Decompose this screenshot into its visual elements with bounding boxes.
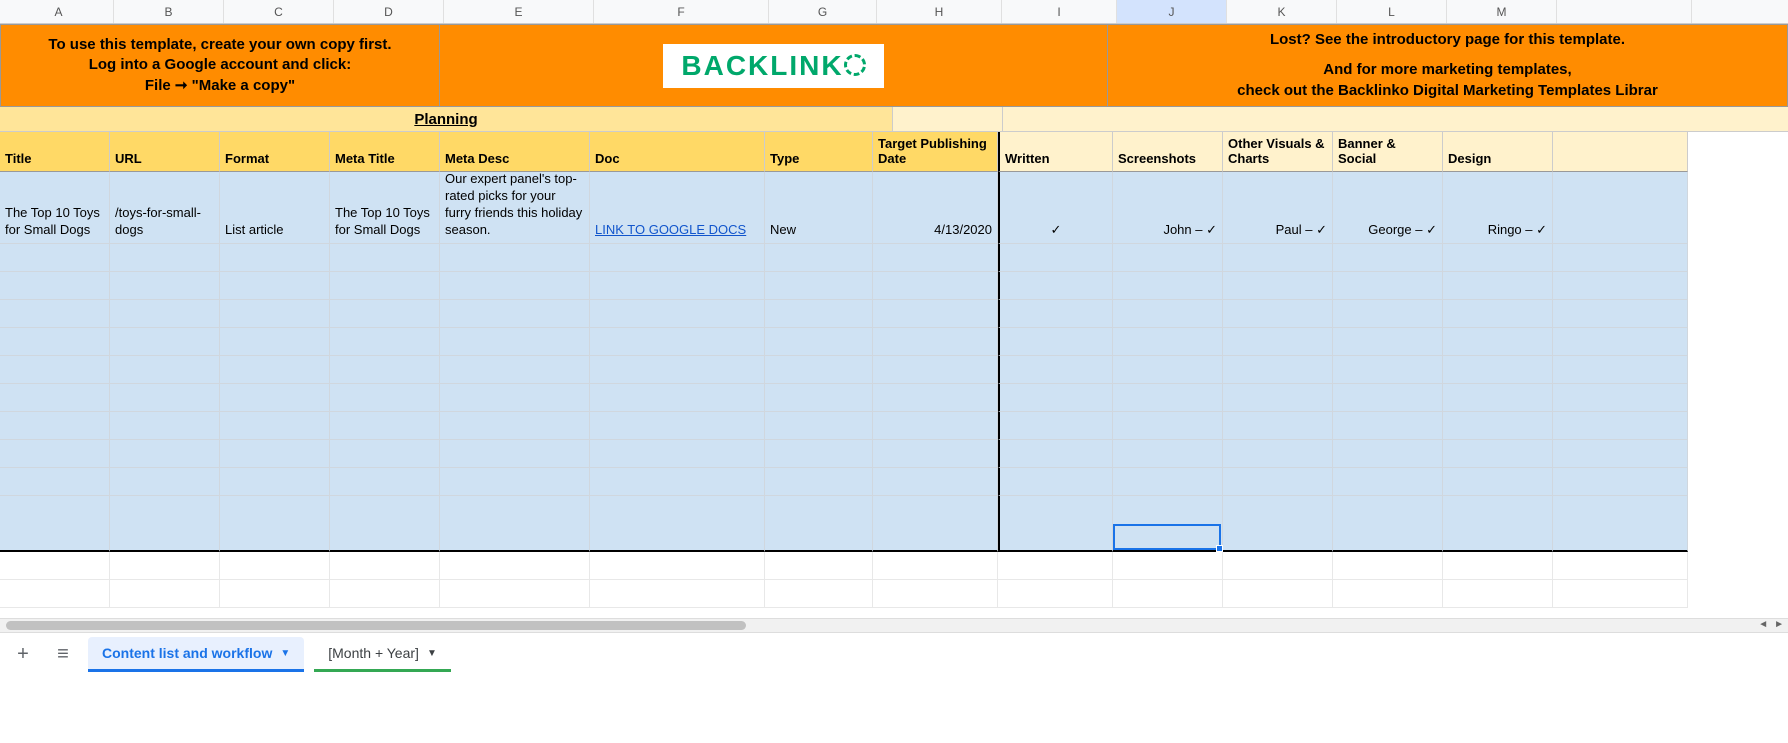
header-design[interactable]: Design (1443, 132, 1553, 172)
banner-line1: To use this template, create your own co… (48, 36, 391, 53)
col-header-B[interactable]: B (114, 0, 224, 23)
col-header-C[interactable]: C (224, 0, 334, 23)
header-meta-title[interactable]: Meta Title (330, 132, 440, 172)
logo-o-icon (844, 54, 866, 76)
cell-title[interactable]: The Top 10 Toys for Small Dogs (0, 172, 110, 244)
col-header-G[interactable]: G (769, 0, 877, 23)
sheet-tabs-bar: + ≡ Content list and workflow ▼ [Month +… (0, 632, 1788, 676)
section-title-row: Planning (0, 107, 1788, 132)
header-type[interactable]: Type (765, 132, 873, 172)
section-title: Planning (0, 107, 893, 132)
header-visuals[interactable]: Other Visuals & Charts (1223, 132, 1333, 172)
header-target-date[interactable]: Target Publishing Date (873, 132, 998, 172)
chevron-down-icon[interactable]: ▼ (280, 648, 290, 659)
add-sheet-button[interactable]: + (8, 640, 38, 670)
cell-target-date[interactable]: 4/13/2020 (873, 172, 998, 244)
banner-help: Lost? See the introductory page for this… (1108, 24, 1788, 107)
header-screenshots[interactable]: Screenshots (1113, 132, 1223, 172)
col-header-L[interactable]: L (1337, 0, 1447, 23)
cell-meta-desc[interactable]: Our expert panel's top-rated picks for y… (440, 172, 590, 244)
table-header-row: Title URL Format Meta Title Meta Desc Do… (0, 132, 1788, 172)
all-sheets-button[interactable]: ≡ (48, 640, 78, 670)
col-header-N[interactable] (1557, 0, 1692, 23)
banner-right-line2: And for more marketing templates, (1323, 60, 1571, 80)
banner-line3: File ➞ "Make a copy" (145, 77, 295, 94)
cell-design[interactable]: Ringo – ✓ (1443, 172, 1553, 244)
scroll-right-icon[interactable]: ► (1774, 619, 1784, 630)
table-row: The Top 10 Toys for Small Dogs /toys-for… (0, 172, 1788, 244)
banner-right-line3: check out the Backlinko Digital Marketin… (1237, 81, 1658, 101)
header-doc[interactable]: Doc (590, 132, 765, 172)
banner-line2: Log into a Google account and click: (89, 56, 352, 73)
cell-banner[interactable]: George – ✓ (1333, 172, 1443, 244)
col-header-H[interactable]: H (877, 0, 1002, 23)
header-format[interactable]: Format (220, 132, 330, 172)
col-header-J[interactable]: J (1117, 0, 1227, 23)
col-header-I[interactable]: I (1002, 0, 1117, 23)
col-header-F[interactable]: F (594, 0, 769, 23)
chevron-down-icon[interactable]: ▼ (427, 648, 437, 659)
cell-type[interactable]: New (765, 172, 873, 244)
cell-doc[interactable]: LINK TO GOOGLE DOCS (590, 172, 765, 244)
header-written[interactable]: Written (998, 132, 1113, 172)
cell-url[interactable]: /toys-for-small-dogs (110, 172, 220, 244)
column-headers-row: A B C D E F G H I J K L M (0, 0, 1788, 24)
cell-written[interactable]: ✓ (998, 172, 1113, 244)
sheet-tab-label: [Month + Year] (328, 645, 419, 661)
banner-instructions: To use this template, create your own co… (0, 24, 440, 107)
banner-right-line1: Lost? See the introductory page for this… (1270, 30, 1625, 50)
col-header-D[interactable]: D (334, 0, 444, 23)
header-url[interactable]: URL (110, 132, 220, 172)
cell-screenshots[interactable]: John – ✓ (1113, 172, 1223, 244)
backlinko-logo: BACKLINK (663, 44, 883, 88)
header-title[interactable]: Title (0, 132, 110, 172)
doc-link[interactable]: LINK TO GOOGLE DOCS (595, 222, 746, 239)
cell-format[interactable]: List article (220, 172, 330, 244)
sheet-tab-label: Content list and workflow (102, 645, 272, 661)
cell-visuals[interactable]: Paul – ✓ (1223, 172, 1333, 244)
spreadsheet-grid[interactable]: To use this template, create your own co… (0, 24, 1788, 618)
header-meta-desc[interactable]: Meta Desc (440, 132, 590, 172)
cell-meta-title[interactable]: The Top 10 Toys for Small Dogs (330, 172, 440, 244)
scroll-left-icon[interactable]: ◄ (1758, 619, 1768, 630)
banner-row: To use this template, create your own co… (0, 24, 1788, 107)
sheet-tab-active[interactable]: Content list and workflow ▼ (88, 637, 304, 672)
col-header-K[interactable]: K (1227, 0, 1337, 23)
banner-logo-area: BACKLINK (440, 24, 1108, 107)
col-header-M[interactable]: M (1447, 0, 1557, 23)
scrollbar-thumb[interactable] (6, 621, 746, 630)
header-banner[interactable]: Banner & Social (1333, 132, 1443, 172)
col-header-A[interactable]: A (4, 0, 114, 23)
horizontal-scrollbar[interactable]: ◄ ► (0, 618, 1788, 632)
sheet-tab-inactive[interactable]: [Month + Year] ▼ (314, 637, 451, 672)
col-header-E[interactable]: E (444, 0, 594, 23)
